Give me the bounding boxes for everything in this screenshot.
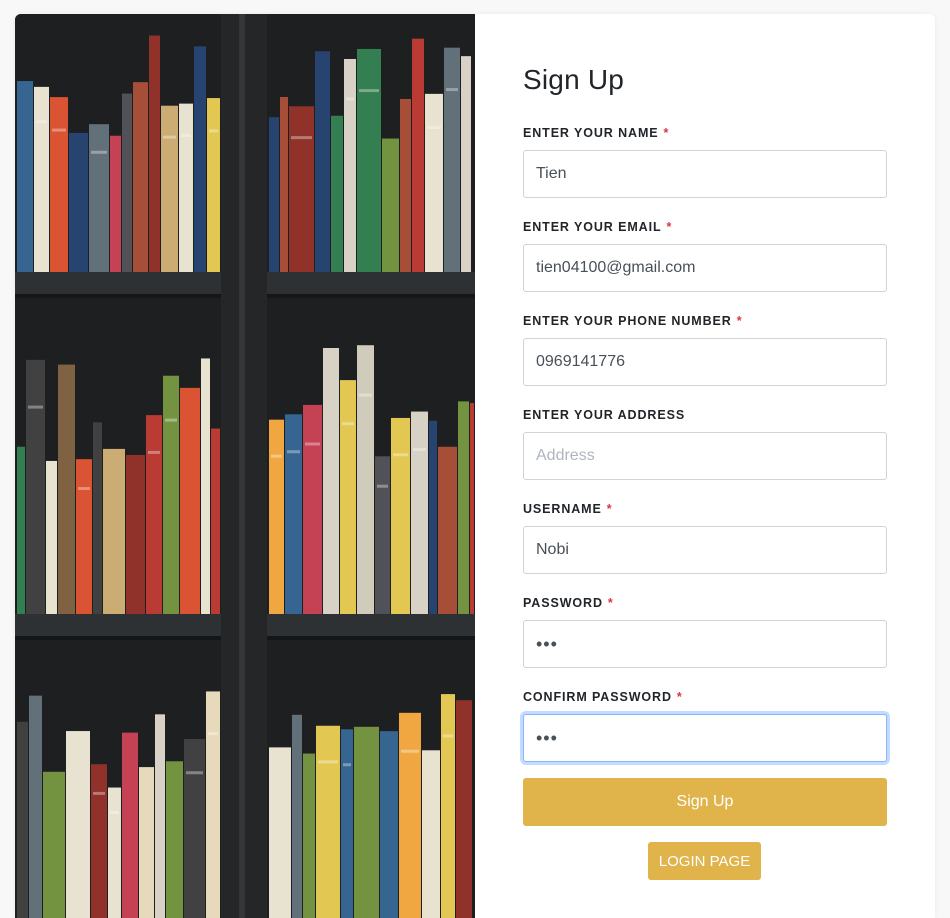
light-overlay: [15, 14, 475, 918]
required-marker: *: [663, 126, 670, 140]
required-marker: *: [666, 220, 673, 234]
password-input[interactable]: [523, 620, 887, 668]
required-marker: *: [676, 690, 683, 704]
bookshelf-image: [15, 14, 475, 918]
username-input[interactable]: [523, 526, 887, 574]
phone-input[interactable]: [523, 338, 887, 386]
login-page-button[interactable]: LOGIN PAGE: [648, 842, 761, 880]
password-label-text: PASSWORD: [523, 596, 603, 610]
address-label: ENTER YOUR ADDRESS: [523, 408, 685, 422]
confirm-password-label-text: CONFIRM PASSWORD: [523, 690, 672, 704]
email-input[interactable]: [523, 244, 887, 292]
page-title: Sign Up: [523, 64, 625, 95]
address-input[interactable]: [523, 432, 887, 480]
password-label: PASSWORD *: [523, 596, 614, 610]
bookshelf-illustration: [15, 14, 475, 918]
name-label: ENTER YOUR NAME *: [523, 126, 669, 140]
email-label-text: ENTER YOUR EMAIL: [523, 220, 662, 234]
name-input[interactable]: [523, 150, 887, 198]
address-label-text: ENTER YOUR ADDRESS: [523, 408, 686, 422]
signup-card: Sign Up ENTER YOUR NAME * ENTER YOUR EMAI…: [15, 14, 935, 918]
phone-label: ENTER YOUR PHONE NUMBER *: [523, 314, 742, 328]
required-marker: *: [736, 314, 743, 328]
name-label-text: ENTER YOUR NAME: [523, 126, 659, 140]
signup-button[interactable]: Sign Up: [523, 778, 887, 826]
confirm-password-label: CONFIRM PASSWORD *: [523, 690, 683, 704]
confirm-password-input[interactable]: [523, 714, 887, 762]
username-label: USERNAME *: [523, 502, 613, 516]
email-label: ENTER YOUR EMAIL *: [523, 220, 672, 234]
phone-label-text: ENTER YOUR PHONE NUMBER: [523, 314, 732, 328]
username-label-text: USERNAME: [523, 502, 602, 516]
required-marker: *: [607, 596, 614, 610]
required-marker: *: [606, 502, 613, 516]
